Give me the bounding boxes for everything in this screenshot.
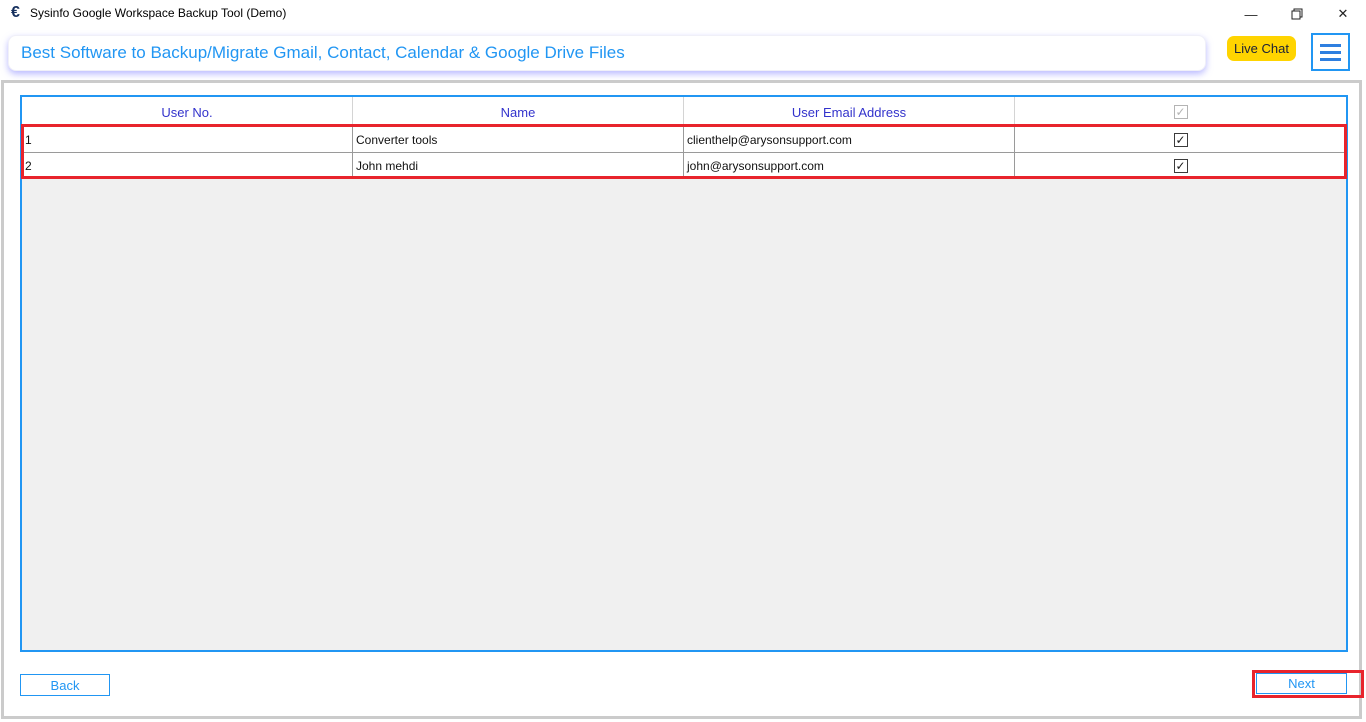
select-all-checkbox[interactable]: ✓ xyxy=(1173,105,1188,119)
row-checkbox[interactable]: ✓ xyxy=(1173,132,1188,147)
restore-button[interactable] xyxy=(1274,0,1320,28)
cell-select: ✓ xyxy=(1015,127,1346,152)
next-button[interactable]: Next xyxy=(1256,673,1347,694)
window-title: Sysinfo Google Workspace Backup Tool (De… xyxy=(30,6,287,20)
column-header-email[interactable]: User Email Address xyxy=(684,97,1015,127)
table-row[interactable]: 1 Converter tools clienthelp@arysonsuppo… xyxy=(22,127,1346,153)
column-header-name[interactable]: Name xyxy=(353,97,684,127)
back-button[interactable]: Back xyxy=(20,674,110,696)
column-header-select: ✓ xyxy=(1015,97,1346,127)
minimize-button[interactable]: — xyxy=(1228,0,1274,28)
titlebar: € Sysinfo Google Workspace Backup Tool (… xyxy=(0,0,1366,28)
cell-name: Converter tools xyxy=(353,127,684,152)
cell-select: ✓ xyxy=(1015,153,1346,178)
restore-icon xyxy=(1291,8,1303,20)
banner-text: Best Software to Backup/Migrate Gmail, C… xyxy=(21,43,625,62)
menu-button[interactable] xyxy=(1311,33,1350,71)
banner: Best Software to Backup/Migrate Gmail, C… xyxy=(8,35,1206,71)
column-header-user-no[interactable]: User No. xyxy=(22,97,353,127)
row-checkbox[interactable]: ✓ xyxy=(1173,158,1188,173)
cell-user-no: 2 xyxy=(22,153,353,178)
cell-email: clienthelp@arysonsupport.com xyxy=(684,127,1015,152)
table-row[interactable]: 2 John mehdi john@arysonsupport.com ✓ xyxy=(22,153,1346,179)
table-header-row: User No. Name User Email Address ✓ xyxy=(22,97,1346,127)
window-controls: — ✕ xyxy=(1228,0,1366,28)
cell-name: John mehdi xyxy=(353,153,684,178)
user-table: User No. Name User Email Address ✓ 1 Con… xyxy=(20,95,1348,652)
app-logo-icon: € xyxy=(11,4,20,21)
cell-email: john@arysonsupport.com xyxy=(684,153,1015,178)
live-chat-button[interactable]: Live Chat xyxy=(1227,36,1296,61)
cell-user-no: 1 xyxy=(22,127,353,152)
close-button[interactable]: ✕ xyxy=(1320,0,1366,28)
